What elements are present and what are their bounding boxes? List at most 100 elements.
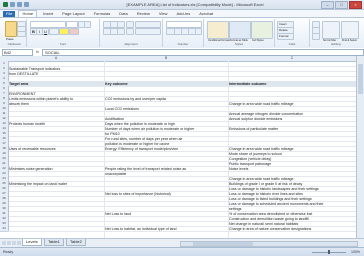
- cell-c12[interactable]: Annual sulphur dioxide emissions: [229, 117, 355, 121]
- zoom-slider[interactable]: [312, 250, 346, 254]
- clear-icon[interactable]: [312, 33, 320, 40]
- close-button[interactable]: ×: [349, 1, 362, 9]
- underline-button[interactable]: U: [42, 28, 49, 35]
- cell-c14[interactable]: Emissions of particulate matter: [229, 127, 355, 131]
- column-header-c[interactable]: C: [228, 56, 357, 62]
- horizontal-scroll-thumb[interactable]: [193, 242, 253, 246]
- cell-b15[interactable]: for PM10: [105, 132, 227, 136]
- column-header-a[interactable]: A: [8, 56, 105, 62]
- borders-icon[interactable]: [49, 28, 59, 35]
- cell-b8[interactable]: CO2 emissions by and user/per capita: [105, 97, 227, 101]
- sort-filter-button[interactable]: Sort & Filter: [322, 21, 340, 42]
- tab-home[interactable]: Home: [18, 10, 38, 17]
- format-cells-button[interactable]: Format: [277, 33, 294, 40]
- cell-a18[interactable]: Uses of renewable resources: [9, 147, 103, 151]
- cell-styles-button[interactable]: Cell Styles: [251, 21, 273, 42]
- cell-b34[interactable]: Net Loss to habitat, an individual type …: [105, 227, 227, 231]
- maximize-button[interactable]: □: [335, 1, 348, 9]
- cell-c26[interactable]: Loss or damage to historic landscapes an…: [229, 187, 355, 191]
- number-format-select[interactable]: [166, 21, 202, 28]
- save-icon[interactable]: [10, 1, 15, 7]
- decrease-decimal-icon[interactable]: [195, 28, 202, 35]
- align-right-icon[interactable]: [117, 28, 125, 35]
- cell-b14[interactable]: Number of days when air pollution is mod…: [105, 127, 227, 131]
- zoom-slider-thumb[interactable]: [328, 250, 330, 254]
- cell-c25[interactable]: Buildings of grade I or grade II at risk…: [229, 182, 355, 186]
- undo-icon[interactable]: [17, 1, 22, 7]
- cell-b12[interactable]: Acidification: [105, 117, 227, 121]
- first-sheet-icon[interactable]: [2, 240, 6, 245]
- column-header-b[interactable]: B: [104, 56, 229, 62]
- sheet-tab-levels[interactable]: Levels: [22, 239, 42, 246]
- name-box[interactable]: B42: [2, 49, 33, 56]
- cell-b22[interactable]: People rating the level of transport rel…: [105, 167, 227, 171]
- cell-b18[interactable]: Energy: Efficiency of transport mode/pkm…: [105, 147, 227, 151]
- cell-a3[interactable]: from DESTILLATE: [9, 72, 103, 76]
- cell-c24[interactable]: Change in area wide road traffic mileage: [229, 177, 355, 181]
- next-sheet-icon[interactable]: [12, 240, 16, 245]
- cell-b5[interactable]: Key outcome: [105, 82, 227, 86]
- cell-c19[interactable]: Mode share of journeys to school: [229, 152, 355, 156]
- merge-center-button[interactable]: [135, 28, 161, 35]
- cell-c30[interactable]: settings: [229, 207, 355, 211]
- cell-a2[interactable]: Sustainable Transport indicators: [9, 67, 103, 71]
- cell-b31[interactable]: Net Loss to land: [105, 212, 227, 216]
- paste-button[interactable]: Paste: [5, 21, 17, 41]
- cell-a9[interactable]: absorb them: [9, 102, 103, 106]
- cell-c27[interactable]: Loss or damage to historic river lines a…: [229, 192, 355, 196]
- cell-b13[interactable]: Days when the pollution is moderate or h…: [105, 122, 227, 126]
- cell-c31[interactable]: % of conservation area demolished or oth…: [229, 212, 355, 216]
- cell-b16[interactable]: For rural sites, number of days per year…: [105, 137, 227, 141]
- cell-a22[interactable]: Minimises noise generation: [9, 167, 103, 171]
- cell-a8[interactable]: Limits emissions within planet's ability…: [9, 97, 103, 101]
- find-select-button[interactable]: Find & Select: [341, 21, 359, 42]
- cell-c32[interactable]: Construction and demolition waste going …: [229, 217, 355, 221]
- format-painter-icon[interactable]: [17, 31, 26, 37]
- cell-b10[interactable]: Local CO2 emissions: [105, 107, 227, 111]
- zoom-level[interactable]: 100%: [351, 250, 360, 254]
- cell-b27[interactable]: Net loss to sites of importance (histori…: [105, 192, 227, 196]
- cell-c11[interactable]: Annual average nitrogen dioxide concentr…: [229, 112, 355, 116]
- cell-b23[interactable]: unacceptable: [105, 172, 227, 176]
- font-size-select[interactable]: [66, 21, 78, 28]
- wrap-text-button[interactable]: [135, 21, 161, 28]
- formula-input[interactable]: SOCIAL: [42, 49, 364, 56]
- prev-sheet-icon[interactable]: [7, 240, 11, 245]
- cell-c28[interactable]: Loss or damage to listed buildings and t…: [229, 197, 355, 201]
- spreadsheet-grid[interactable]: A B C 1 2 Sustainable Transport indicators…: [0, 56, 364, 238]
- vertical-scrollbar[interactable]: [356, 56, 364, 238]
- last-sheet-icon[interactable]: [17, 240, 21, 245]
- cell-a13[interactable]: Protects human health: [9, 122, 103, 126]
- cell-c29[interactable]: Loss or damage to scheduled ancient monu…: [229, 202, 355, 206]
- status-ready: Ready: [3, 250, 14, 254]
- sheet-tab-table1[interactable]: Table1: [44, 239, 64, 246]
- font-name-select[interactable]: [30, 21, 66, 28]
- cell-c5[interactable]: Intermediate outcome: [229, 82, 355, 86]
- redo-icon[interactable]: [24, 1, 29, 7]
- cell-c21[interactable]: Public transport patronage: [229, 162, 355, 166]
- indent-icon[interactable]: [126, 28, 134, 35]
- format-as-table-button[interactable]: Format as Table: [229, 21, 251, 42]
- cell-b17[interactable]: pollution is moderate or higher for ozon…: [105, 142, 227, 146]
- orientation-icon[interactable]: [126, 21, 134, 28]
- cell-a7[interactable]: ENVIRONMENT: [9, 92, 103, 96]
- cell-a5[interactable]: Target area: [9, 82, 103, 86]
- column-gridline: [228, 61, 229, 238]
- cell-a25[interactable]: Minimising the impact on land/ water: [9, 182, 103, 186]
- group-label-cells: Cells: [288, 42, 296, 46]
- cell-c9[interactable]: Change in area wide road traffic mileage: [229, 102, 355, 106]
- cell-c34[interactable]: Change in area of nature conservation de…: [229, 227, 355, 231]
- cell-c20[interactable]: Congestion (vehicle delay): [229, 157, 355, 161]
- sheet-tab-table2[interactable]: Table2: [66, 239, 86, 246]
- shrink-font-icon[interactable]: [84, 21, 91, 28]
- fill-color-icon[interactable]: [59, 28, 69, 35]
- cell-c33[interactable]: Net change in natural/ semi natural habi…: [229, 222, 355, 226]
- align-bottom-icon[interactable]: [117, 21, 125, 28]
- vertical-scroll-thumb[interactable]: [358, 64, 363, 94]
- cell-c18[interactable]: Change in area wide road traffic mileage: [229, 147, 355, 151]
- cell-c22[interactable]: Noise levels: [229, 167, 355, 171]
- minimize-button[interactable]: –: [321, 1, 334, 9]
- fx-icon[interactable]: fx: [36, 49, 39, 54]
- font-color-icon[interactable]: [69, 28, 79, 35]
- conditional-formatting-button[interactable]: Conditional Formatting: [207, 21, 230, 42]
